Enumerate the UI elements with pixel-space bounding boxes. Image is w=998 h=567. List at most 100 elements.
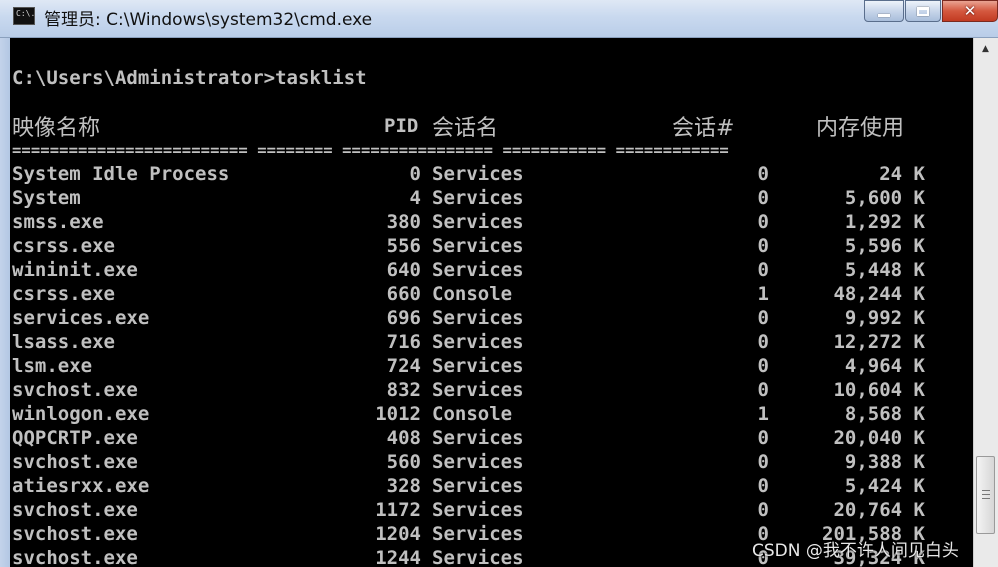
- process-session-name: Services: [432, 523, 524, 545]
- table-row: svchost.exe 560 Services 0 9,388 K: [10, 450, 973, 474]
- vertical-scrollbar[interactable]: ▲: [973, 38, 998, 567]
- process-pid: 380: [386, 211, 421, 233]
- table-row: QQPCRTP.exe 408 Services 0 20,040 K: [10, 426, 973, 450]
- table-row: lsass.exe 716 Services 0 12,272 K: [10, 330, 973, 354]
- process-image-name: csrss.exe: [12, 283, 115, 305]
- process-memory-usage: 48,244 K: [833, 283, 925, 305]
- process-session-name: Services: [432, 499, 524, 521]
- maximize-button[interactable]: [905, 0, 941, 22]
- table-row: winlogon.exe 1012 Console 1 8,568 K: [10, 402, 973, 426]
- process-memory-usage: 24 K: [879, 163, 925, 185]
- scrollbar-thumb[interactable]: [976, 456, 995, 534]
- scroll-up-arrow-icon[interactable]: ▲: [976, 40, 995, 57]
- table-row: svchost.exe 1172 Services 0 20,764 K: [10, 498, 973, 522]
- process-session-name: Services: [432, 163, 524, 185]
- header-pid: PID: [384, 115, 419, 137]
- command-prompt-line: C:\Users\Administrator>tasklist: [12, 67, 367, 89]
- process-session-name: Services: [432, 475, 524, 497]
- process-pid: 328: [386, 475, 421, 497]
- process-session-number: 0: [757, 187, 769, 209]
- table-row: csrss.exe 556 Services 0 5,596 K: [10, 234, 973, 258]
- process-session-number: 0: [757, 211, 769, 233]
- close-button[interactable]: ✕: [942, 0, 998, 22]
- window-controls: ✕: [864, 0, 998, 24]
- process-session-number: 0: [757, 307, 769, 329]
- process-pid: 408: [386, 427, 421, 449]
- table-row: svchost.exe 832 Services 0 10,604 K: [10, 378, 973, 402]
- process-image-name: lsass.exe: [12, 331, 115, 353]
- process-image-name: svchost.exe: [12, 379, 138, 401]
- process-pid: 1012: [375, 403, 421, 425]
- process-pid: 0: [409, 163, 421, 185]
- process-pid: 716: [386, 331, 421, 353]
- table-row: smss.exe 380 Services 0 1,292 K: [10, 210, 973, 234]
- title-bar[interactable]: C:\. 管理员: C:\Windows\system32\cmd.exe ✕: [0, 0, 998, 38]
- process-table: System Idle Process 0 Services 0 24 K System 4…: [10, 162, 973, 567]
- process-image-name: QQPCRTP.exe: [12, 427, 138, 449]
- process-memory-usage: 9,388 K: [844, 451, 925, 473]
- thumb-grip-line: [982, 490, 990, 491]
- process-pid: 640: [386, 259, 421, 281]
- process-session-name: Console: [432, 283, 513, 305]
- process-session-name: Console: [432, 403, 513, 425]
- table-row: csrss.exe 660 Console 1 48,244 K: [10, 282, 973, 306]
- table-row: lsm.exe 724 Services 0 4,964 K: [10, 354, 973, 378]
- process-memory-usage: 1,292 K: [844, 211, 925, 233]
- process-session-number: 0: [757, 259, 769, 281]
- process-memory-usage: 20,040 K: [833, 427, 925, 449]
- table-row: services.exe 696 Services 0 9,992 K: [10, 306, 973, 330]
- process-memory-usage: 5,448 K: [844, 259, 925, 281]
- process-pid: 560: [386, 451, 421, 473]
- process-memory-usage: 5,596 K: [844, 235, 925, 257]
- process-session-number: 0: [757, 235, 769, 257]
- cmd-app-icon[interactable]: C:\.: [13, 7, 35, 25]
- table-row: atiesrxx.exe 328 Services 0 5,424 K: [10, 474, 973, 498]
- process-image-name: svchost.exe: [12, 451, 138, 473]
- process-session-name: Services: [432, 451, 524, 473]
- process-image-name: atiesrxx.exe: [12, 475, 150, 497]
- process-pid: 660: [386, 283, 421, 305]
- process-image-name: services.exe: [12, 307, 150, 329]
- process-memory-usage: 9,992 K: [844, 307, 925, 329]
- process-session-name: Services: [432, 307, 524, 329]
- process-session-name: Services: [432, 235, 524, 257]
- process-session-number: 0: [757, 427, 769, 449]
- process-image-name: svchost.exe: [12, 499, 138, 521]
- header-separator: ========================= ======== =====…: [12, 141, 729, 159]
- process-memory-usage: 8,568 K: [844, 403, 925, 425]
- table-row: System Idle Process 0 Services 0 24 K: [10, 162, 973, 186]
- table-row: wininit.exe 640 Services 0 5,448 K: [10, 258, 973, 282]
- process-session-name: Services: [432, 187, 524, 209]
- process-session-number: 1: [757, 283, 769, 305]
- process-image-name: svchost.exe: [12, 547, 138, 567]
- process-session-number: 0: [757, 355, 769, 377]
- process-pid: 724: [386, 355, 421, 377]
- process-memory-usage: 5,424 K: [844, 475, 925, 497]
- cmd-icon-glyph: C:\.: [16, 9, 36, 18]
- process-image-name: System Idle Process: [12, 163, 230, 185]
- process-image-name: wininit.exe: [12, 259, 138, 281]
- process-pid: 696: [386, 307, 421, 329]
- process-image-name: smss.exe: [12, 211, 104, 233]
- process-memory-usage: 20,764 K: [833, 499, 925, 521]
- process-image-name: svchost.exe: [12, 523, 138, 545]
- process-session-number: 0: [757, 163, 769, 185]
- process-session-number: 0: [757, 331, 769, 353]
- process-session-name: Services: [432, 379, 524, 401]
- process-memory-usage: 12,272 K: [833, 331, 925, 353]
- process-pid: 4: [409, 187, 421, 209]
- process-pid: 1244: [375, 547, 421, 567]
- process-image-name: winlogon.exe: [12, 403, 150, 425]
- process-session-number: 0: [757, 379, 769, 401]
- watermark: CSDN @我不许人间见白头: [752, 541, 959, 561]
- process-session-name: Services: [432, 259, 524, 281]
- minimize-button[interactable]: [864, 0, 904, 22]
- process-image-name: csrss.exe: [12, 235, 115, 257]
- header-memory-usage: 内存使用: [816, 116, 905, 141]
- process-pid: 556: [386, 235, 421, 257]
- process-session-name: Services: [432, 547, 524, 567]
- process-session-name: Services: [432, 355, 524, 377]
- process-pid: 1172: [375, 499, 421, 521]
- process-session-number: 0: [757, 451, 769, 473]
- console-output[interactable]: C:\Users\Administrator>tasklist 映像名称 PID…: [10, 38, 973, 567]
